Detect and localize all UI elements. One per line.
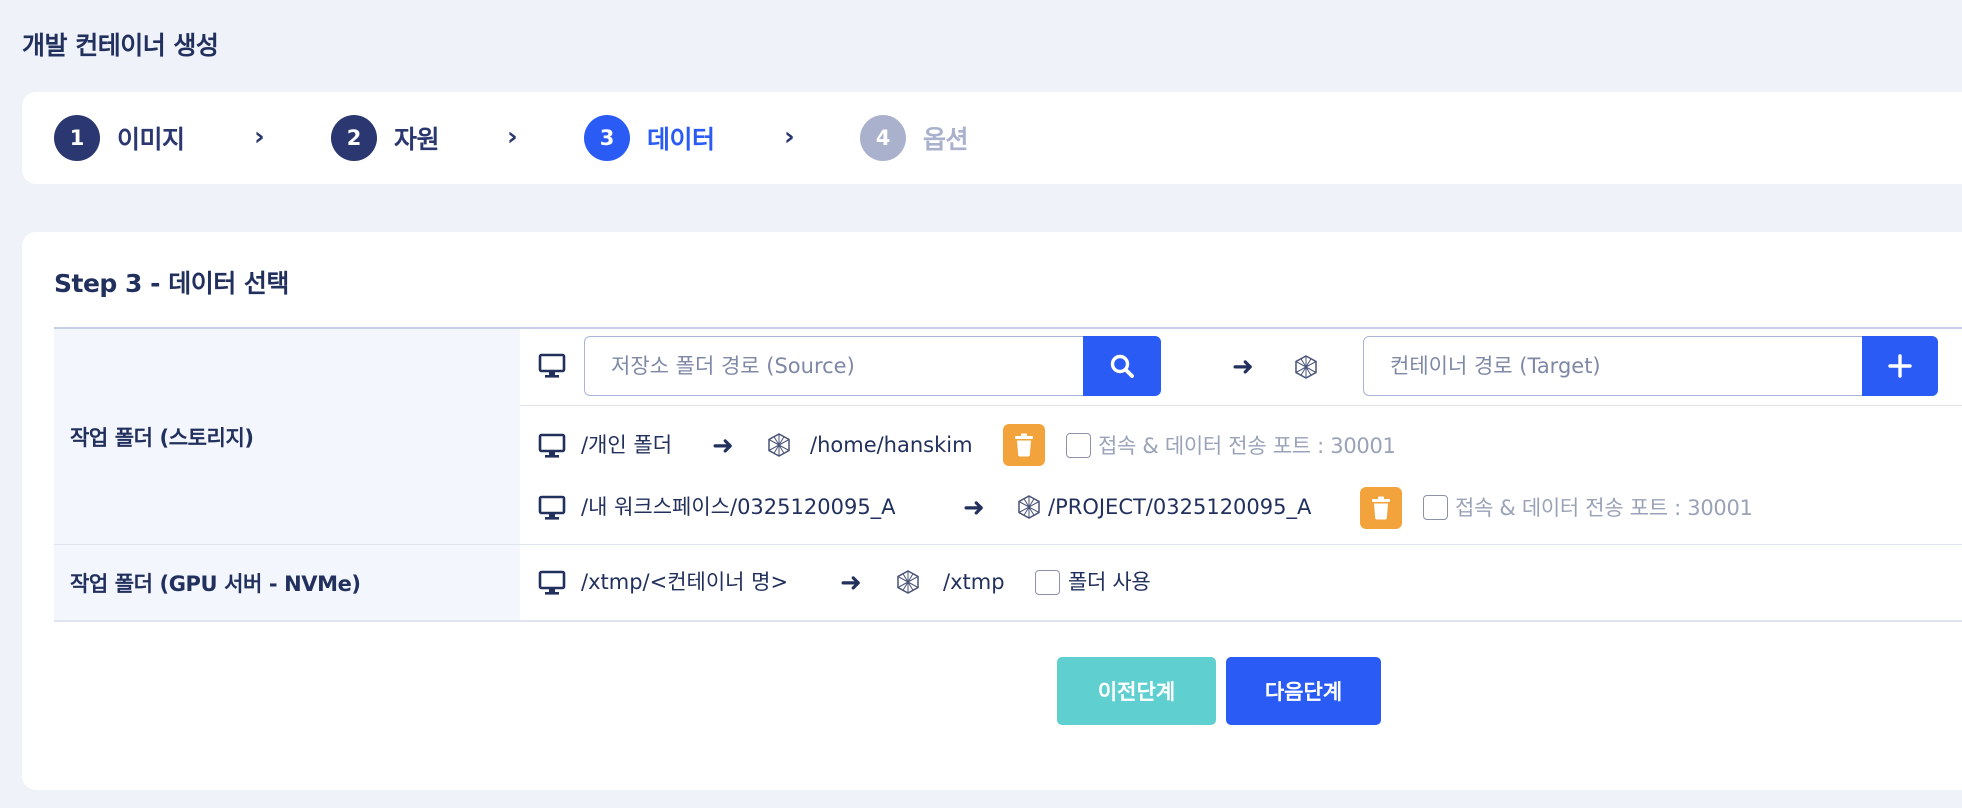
mapping-target-path: /PROJECT/0325120095_A [1048, 495, 1312, 519]
target-path-input[interactable] [1363, 336, 1863, 396]
step-label: 자원 [394, 125, 440, 154]
step-number: 2 [331, 115, 377, 161]
storage-row-header: 작업 폴더 (스토리지) [54, 329, 520, 544]
mapping-input-line: ➜ [520, 329, 1962, 406]
nvme-target-path: /xtmp [943, 570, 1005, 594]
source-path-input[interactable] [584, 336, 1084, 396]
container-icon [1295, 355, 1317, 379]
nvme-source-path: /xtmp/<컨테이너 명> [581, 570, 789, 594]
storage-row: 작업 폴더 (스토리지) ➜ [54, 329, 1962, 545]
monitor-icon [538, 433, 566, 458]
trash-icon [1015, 433, 1033, 457]
stepper: 1 이미지 › 2 자원 › 3 데이터 › 4 옵션 [22, 92, 1962, 184]
container-icon [768, 433, 790, 457]
mapping-target-path: /home/hanskim [810, 433, 973, 457]
container-icon [897, 570, 919, 594]
use-folder-checkbox[interactable] [1035, 570, 1060, 595]
step-number: 4 [860, 115, 906, 161]
step-label: 옵션 [923, 125, 969, 154]
step-number: 1 [54, 115, 100, 161]
chevron-right-icon: › [507, 122, 518, 152]
step-label: 데이터 [647, 125, 715, 154]
page-title: 개발 컨테이너 생성 [22, 31, 219, 60]
card-title: Step 3 - 데이터 선택 [54, 269, 289, 298]
arrow-right-icon: ➜ [963, 493, 985, 523]
nvme-row-header: 작업 폴더 (GPU 서버 - NVMe) [54, 545, 520, 620]
plus-icon [1888, 354, 1912, 378]
arrow-right-icon: ➜ [840, 568, 862, 598]
container-icon [1018, 495, 1040, 519]
add-mapping-button[interactable] [1862, 336, 1938, 396]
step-data[interactable]: 3 데이터 [584, 115, 715, 161]
nvme-row: 작업 폴더 (GPU 서버 - NVMe) /xtmp/<컨테이너 명> ➜ /… [54, 545, 1962, 622]
next-step-button[interactable]: 다음단계 [1226, 657, 1381, 725]
trash-icon [1372, 496, 1390, 520]
step-option[interactable]: 4 옵션 [860, 115, 969, 161]
arrow-right-icon: ➜ [712, 431, 734, 461]
nvme-row-body: /xtmp/<컨테이너 명> ➜ /xtmp 폴더 사용 [520, 545, 1962, 620]
storage-row-body: ➜ [520, 329, 1962, 544]
prev-step-button[interactable]: 이전단계 [1057, 657, 1216, 725]
mapping-source-path: /개인 폴더 [581, 433, 673, 457]
delete-mapping-button[interactable] [1003, 424, 1045, 466]
monitor-icon [538, 353, 566, 378]
search-button[interactable] [1083, 336, 1161, 396]
port-checkbox-label: 접속 & 데이터 전송 포트 : 30001 [1098, 434, 1396, 458]
mapping-source-path: /내 워크스페이스/0325120095_A [581, 495, 896, 519]
arrow-right-icon: ➜ [1232, 352, 1254, 382]
chevron-right-icon: › [254, 122, 265, 152]
step-resource[interactable]: 2 자원 [331, 115, 440, 161]
step-image[interactable]: 1 이미지 [54, 115, 185, 161]
monitor-icon [538, 570, 566, 595]
port-checkbox-label: 접속 & 데이터 전송 포트 : 30001 [1455, 496, 1753, 520]
monitor-icon [538, 495, 566, 520]
chevron-right-icon: › [784, 122, 795, 152]
step-label: 이미지 [117, 125, 185, 154]
port-checkbox[interactable] [1066, 433, 1091, 458]
search-icon [1110, 354, 1134, 378]
port-checkbox[interactable] [1423, 495, 1448, 520]
step-number: 3 [584, 115, 630, 161]
folder-table: 작업 폴더 (스토리지) ➜ [54, 327, 1962, 622]
data-selection-card: Step 3 - 데이터 선택 작업 폴더 (스토리지) 저장소 폴더 경로 (… [22, 232, 1962, 790]
delete-mapping-button[interactable] [1360, 487, 1402, 529]
use-folder-label: 폴더 사용 [1068, 570, 1151, 594]
